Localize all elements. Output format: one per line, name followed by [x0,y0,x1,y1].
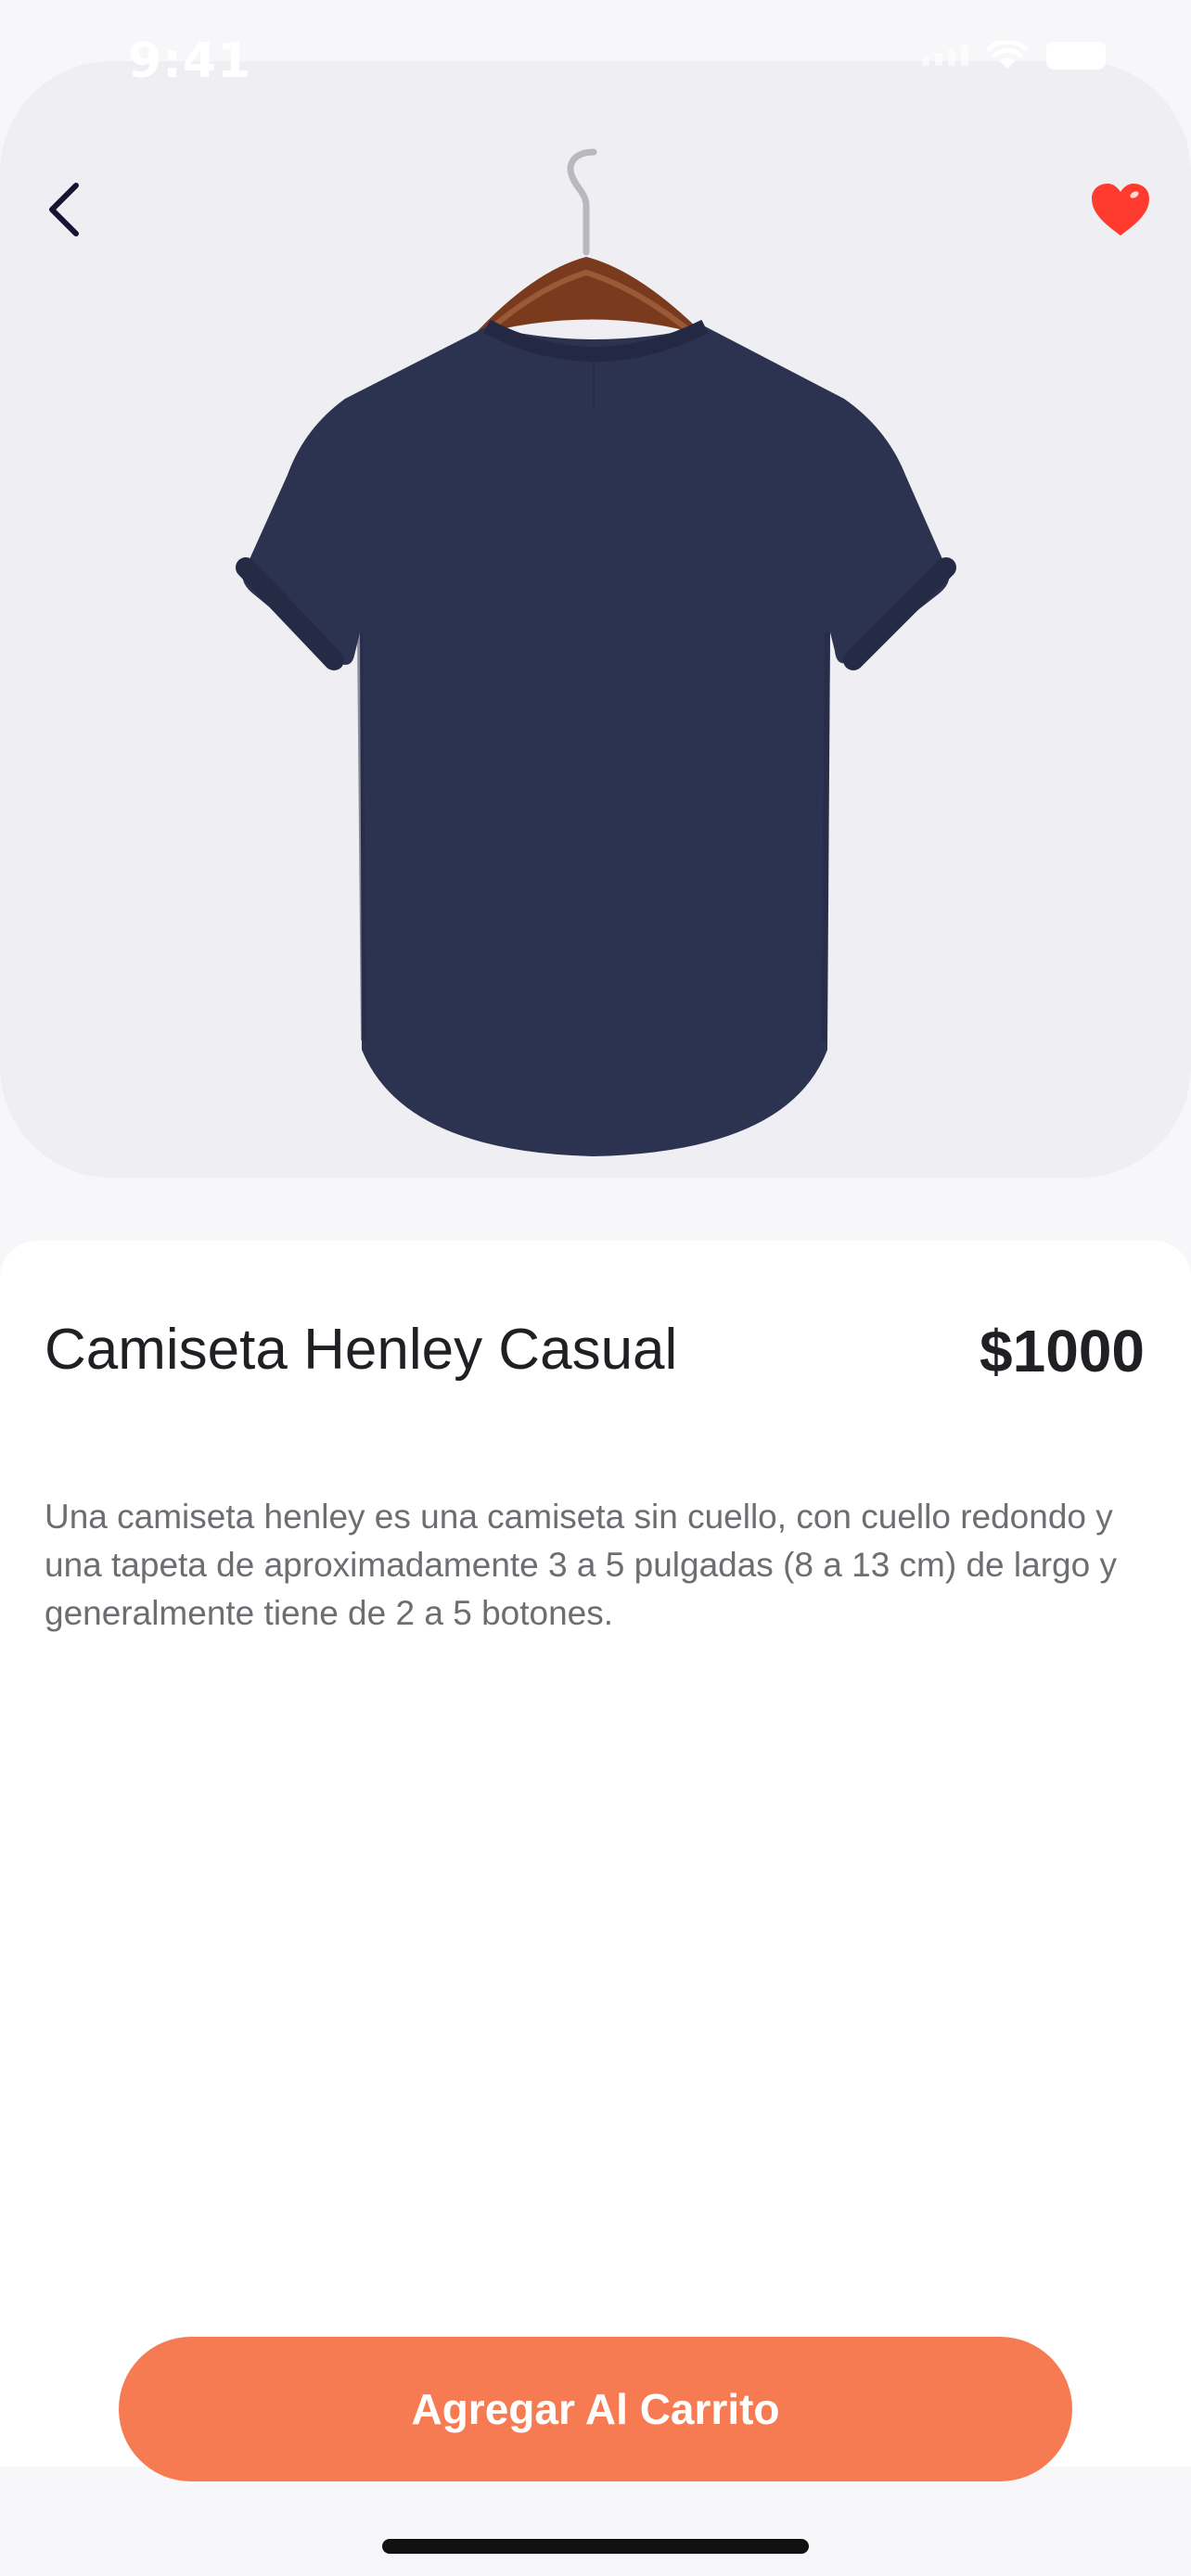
bottom-bar [0,2467,1191,2576]
status-time: 9:41 [128,33,252,89]
product-title: Camiseta Henley Casual [45,1318,678,1382]
add-to-cart-button[interactable]: Agregar Al Carrito [119,2337,1072,2481]
back-button[interactable] [33,172,93,247]
product-image-container [0,61,1191,1178]
status-bar: 9:41 [0,0,1191,130]
status-icons [922,41,1106,70]
wifi-icon [987,41,1028,69]
favorite-button[interactable] [1083,172,1158,247]
home-indicator [382,2539,809,2554]
product-price: $1000 [980,1318,1145,1384]
heart-icon [1092,184,1149,236]
chevron-left-icon [49,183,79,236]
cellular-signal-icon [922,45,968,66]
battery-icon [1046,42,1106,70]
product-description: Una camiseta henley es una camiseta sin … [45,1498,1117,1632]
tshirt-image [236,148,956,1156]
